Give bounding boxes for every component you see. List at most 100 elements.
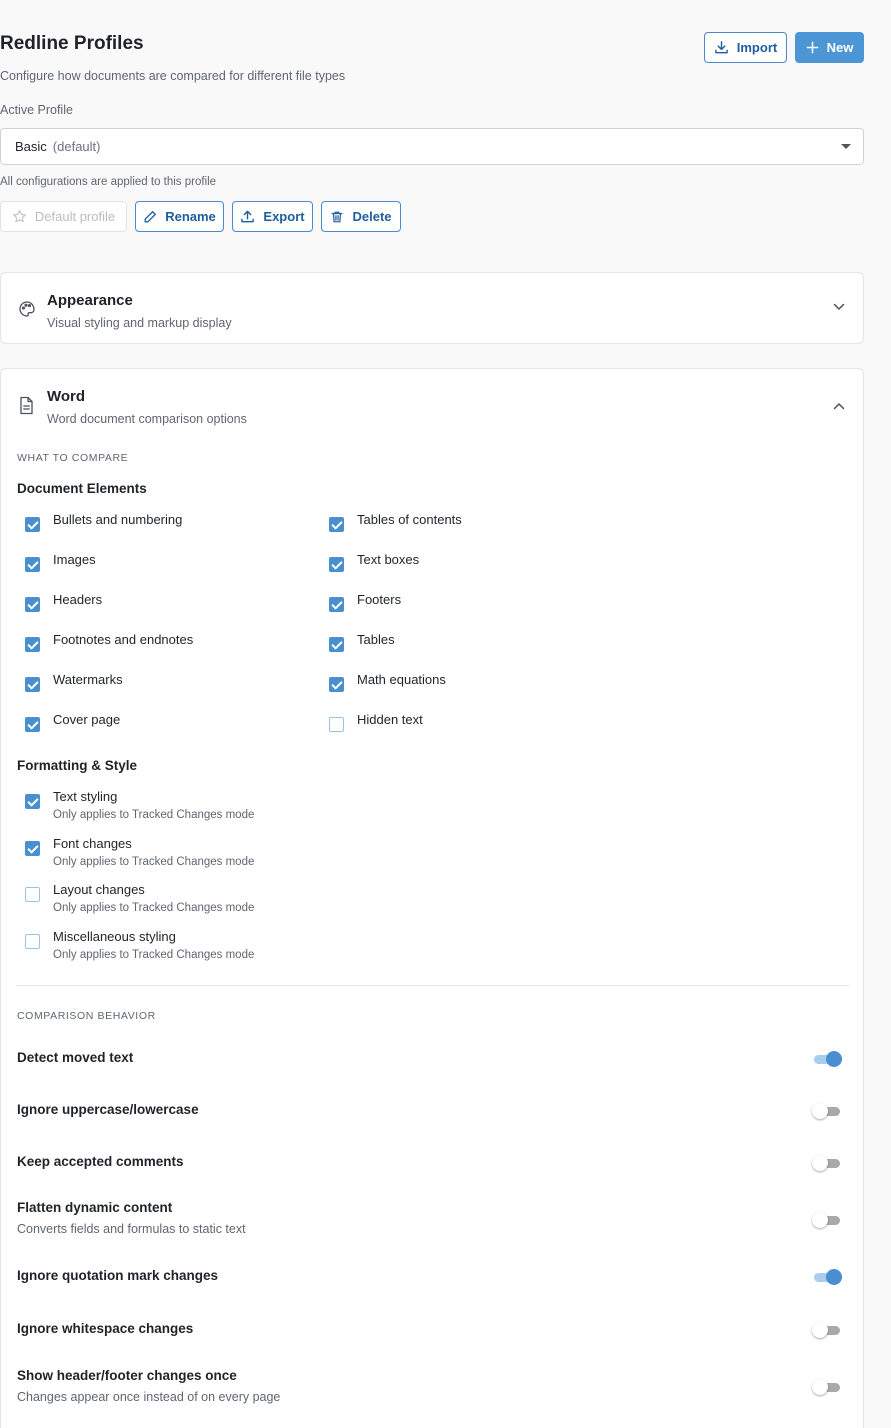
element-checkbox[interactable]	[329, 637, 344, 652]
element-checkbox-label[interactable]: Images	[53, 552, 96, 567]
trash-icon	[332, 211, 343, 222]
new-label: New	[826, 40, 854, 55]
import-icon	[714, 41, 728, 54]
behavior-label: Ignore whitespace changes	[17, 1321, 194, 1336]
profile-select[interactable]: Basic (default)	[0, 128, 864, 165]
delete-button[interactable]: Delete	[321, 201, 401, 232]
pencil-icon	[144, 210, 157, 222]
behavior-toggle[interactable]	[812, 1269, 842, 1285]
behavior-label: Show header/footer changes once	[17, 1368, 237, 1383]
section-divider	[17, 985, 849, 986]
behavior-toggle[interactable]	[812, 1103, 842, 1119]
delete-label: Delete	[352, 209, 392, 224]
profile-select-value: Basic	[15, 139, 47, 154]
document-elements-title: Document Elements	[17, 481, 147, 496]
formatting-checkbox-desc: Only applies to Tracked Changes mode	[53, 809, 255, 821]
element-checkbox-label[interactable]: Footnotes and endnotes	[53, 632, 193, 647]
behavior-desc: Converts fields and formulas to static t…	[17, 1222, 246, 1236]
element-checkbox[interactable]	[25, 637, 40, 652]
chevron-down-icon[interactable]	[833, 303, 845, 311]
toggle-knob	[812, 1103, 828, 1119]
toggle-knob	[812, 1379, 828, 1395]
formatting-checkbox-desc: Only applies to Tracked Changes mode	[53, 902, 255, 914]
behavior-label: Ignore quotation mark changes	[17, 1268, 219, 1283]
comparison-behavior-heading: COMPARISON BEHAVIOR	[17, 1010, 156, 1022]
appearance-section[interactable]: Appearance Visual styling and markup dis…	[0, 272, 864, 344]
behavior-toggle[interactable]	[812, 1379, 842, 1395]
toggle-knob	[812, 1212, 828, 1228]
behavior-label: Detect moved text	[17, 1050, 134, 1065]
export-button[interactable]: Export	[232, 201, 313, 232]
element-checkbox[interactable]	[25, 517, 40, 532]
appearance-subtitle: Visual styling and markup display	[47, 316, 232, 330]
element-checkbox-label[interactable]: Headers	[53, 592, 102, 607]
what-to-compare-heading: WHAT TO COMPARE	[17, 452, 129, 464]
behavior-label: Keep accepted comments	[17, 1154, 184, 1169]
element-checkbox[interactable]	[25, 557, 40, 572]
behavior-toggle[interactable]	[812, 1155, 842, 1171]
element-checkbox[interactable]	[329, 717, 344, 732]
element-checkbox-label[interactable]: Tables	[357, 632, 395, 647]
export-label: Export	[263, 209, 305, 224]
behavior-desc: Changes appear once instead of on every …	[17, 1390, 281, 1404]
toggle-knob	[812, 1155, 828, 1171]
element-checkbox-label[interactable]: Tables of contents	[357, 512, 462, 527]
upload-icon	[241, 210, 255, 223]
page-subtitle: Configure how documents are compared for…	[0, 69, 346, 83]
chevron-up-icon[interactable]	[833, 402, 845, 410]
element-checkbox-label[interactable]: Watermarks	[53, 672, 123, 687]
formatting-checkbox-desc: Only applies to Tracked Changes mode	[53, 856, 255, 868]
element-checkbox-label[interactable]: Bullets and numbering	[53, 512, 182, 527]
page-title: Redline Profiles	[0, 33, 144, 54]
word-subtitle: Word document comparison options	[47, 412, 247, 426]
default-profile-button[interactable]: Default profile	[0, 201, 127, 232]
toggle-knob	[812, 1322, 828, 1338]
profile-select-suffix: (default)	[52, 139, 101, 154]
behavior-toggle[interactable]	[812, 1322, 842, 1338]
word-section: Word Word document comparison options WH…	[0, 368, 864, 1428]
behavior-label: Flatten dynamic content	[17, 1200, 173, 1215]
element-checkbox[interactable]	[25, 597, 40, 612]
element-checkbox[interactable]	[25, 677, 40, 692]
formatting-checkbox-label[interactable]: Font changes	[53, 836, 132, 851]
word-title: Word	[47, 388, 86, 405]
new-button[interactable]: New	[795, 32, 864, 63]
behavior-toggle[interactable]	[812, 1212, 842, 1228]
default-profile-label: Default profile	[34, 209, 116, 224]
formatting-checkbox[interactable]	[25, 794, 40, 809]
element-checkbox-label[interactable]: Cover page	[53, 712, 120, 727]
chevron-down-icon	[841, 144, 851, 149]
element-checkbox-label[interactable]: Text boxes	[357, 552, 419, 567]
appearance-title: Appearance	[47, 292, 133, 309]
rename-button[interactable]: Rename	[135, 201, 224, 232]
profile-helper-text: All configurations are applied to this p…	[0, 176, 217, 188]
element-checkbox-label[interactable]: Hidden text	[357, 712, 423, 727]
element-checkbox[interactable]	[329, 597, 344, 612]
formatting-checkbox-desc: Only applies to Tracked Changes mode	[53, 949, 255, 961]
formatting-checkbox[interactable]	[25, 934, 40, 949]
formatting-style-title: Formatting & Style	[17, 758, 138, 773]
element-checkbox[interactable]	[25, 717, 40, 732]
plus-icon	[806, 41, 818, 54]
behavior-toggle[interactable]	[812, 1051, 842, 1067]
element-checkbox-label[interactable]: Math equations	[357, 672, 446, 687]
behavior-label: Ignore uppercase/lowercase	[17, 1102, 199, 1117]
formatting-checkbox-label[interactable]: Text styling	[53, 789, 117, 804]
rename-label: Rename	[165, 209, 216, 224]
star-icon	[13, 210, 26, 223]
element-checkbox[interactable]	[329, 517, 344, 532]
element-checkbox[interactable]	[329, 557, 344, 572]
element-checkbox-label[interactable]: Footers	[357, 592, 401, 607]
toggle-knob	[826, 1269, 842, 1285]
import-button[interactable]: Import	[704, 32, 787, 63]
document-icon	[20, 396, 33, 415]
toggle-knob	[826, 1051, 842, 1067]
formatting-checkbox-label[interactable]: Layout changes	[53, 882, 145, 897]
formatting-checkbox[interactable]	[25, 887, 40, 902]
import-label: Import	[736, 40, 778, 55]
formatting-checkbox-label[interactable]: Miscellaneous styling	[53, 929, 176, 944]
element-checkbox[interactable]	[329, 677, 344, 692]
active-profile-label: Active Profile	[0, 103, 73, 117]
palette-icon	[19, 301, 35, 317]
formatting-checkbox[interactable]	[25, 841, 40, 856]
